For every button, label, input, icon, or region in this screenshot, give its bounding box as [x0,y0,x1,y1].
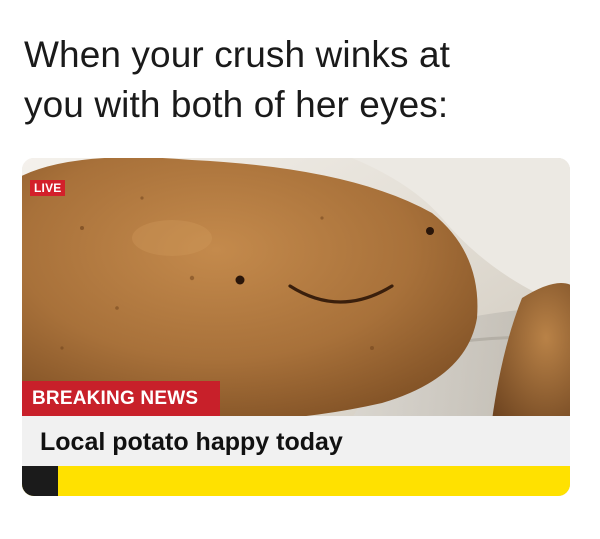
live-badge: LIVE [30,180,66,196]
news-ticker-bar [22,466,570,496]
breaking-news-banner: BREAKING NEWS [22,381,220,416]
channel-logo-icon [22,466,58,496]
potato-left-eye [235,275,245,285]
potato-right-eye [426,227,434,235]
caption-line-1: When your crush winks at [24,34,451,75]
caption-line-2: you with both of her eyes: [24,84,449,125]
news-headline: Local potato happy today [40,428,343,456]
meme-caption: When your crush winks at you with both o… [24,30,584,130]
news-screenshot-photo: LIVE BREAKING NEWS Local potato happy to… [22,158,570,496]
headline-bar: Local potato happy today [22,416,570,466]
